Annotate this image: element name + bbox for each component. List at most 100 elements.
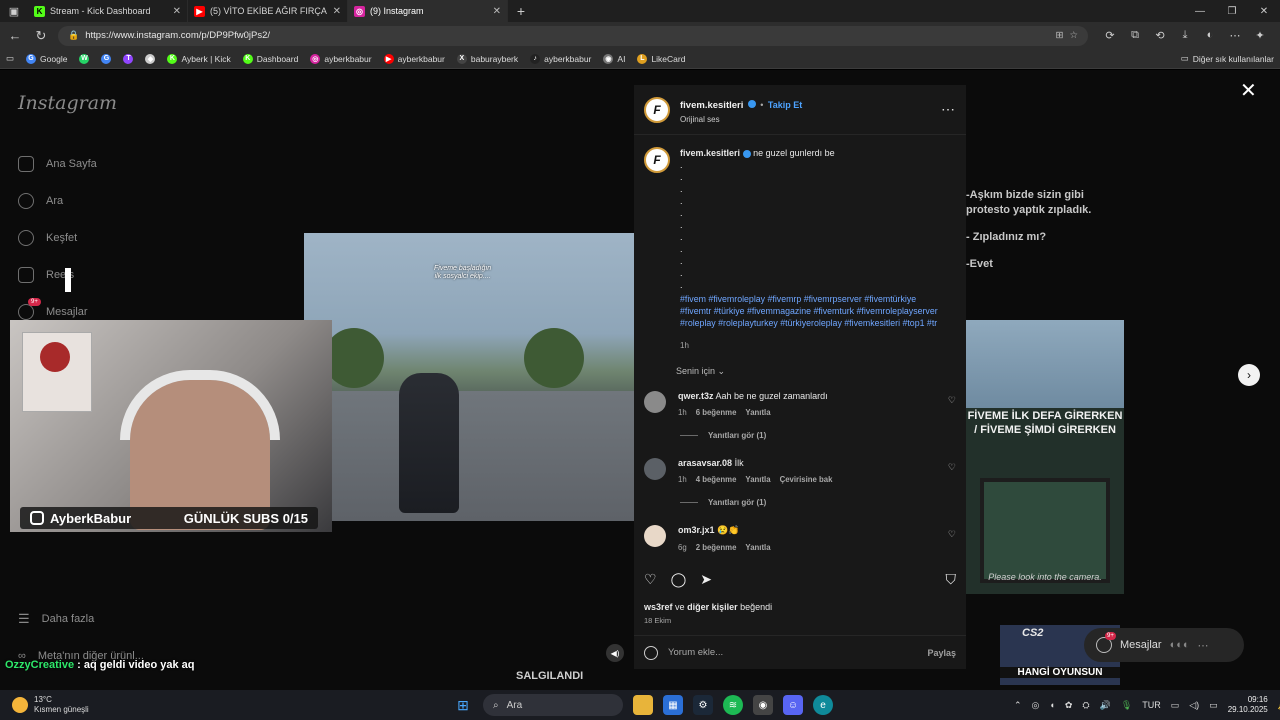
volume-icon[interactable]: 🔊 [1100, 700, 1111, 711]
tab-instagram[interactable]: ◎ (9) Instagram ✕ [348, 0, 508, 22]
tab-kick-dashboard[interactable]: K Stream - Kick Dashboard ✕ [28, 0, 188, 22]
language-indicator[interactable]: TUR [1142, 700, 1161, 710]
bookmark-item[interactable]: L LikeCard [637, 53, 685, 64]
comment-user[interactable]: arasavsar.08 [678, 458, 732, 468]
bookmark-item[interactable]: ◎ ayberkbabur [310, 53, 372, 64]
bookmark-item[interactable]: Xbaburayberk [456, 53, 518, 64]
restore-icon[interactable]: ❐ [1216, 0, 1248, 22]
caption-hashtags[interactable]: #fivem #fivemroleplay #fivemrp #fivemrps… [680, 293, 940, 329]
tray-icon[interactable]: ⛭ [1082, 700, 1089, 711]
sidebar-item-home[interactable]: Ana Sayfa [18, 145, 97, 182]
liked-by-user[interactable]: ws3ref [644, 602, 673, 612]
tab-close-icon[interactable]: ✕ [333, 6, 341, 17]
spotify-icon[interactable]: ≋ [723, 695, 743, 715]
store-icon[interactable]: ▦ [663, 695, 683, 715]
reload-icon[interactable]: ↻ [32, 28, 50, 44]
bookmark-item[interactable]: W [79, 53, 90, 64]
reply-button[interactable]: Yanıtla [745, 408, 770, 417]
puzzle-icon[interactable]: ⧉ [1127, 29, 1143, 42]
post-comment-button[interactable]: Paylaş [927, 648, 956, 658]
heart-icon[interactable]: ♡ [948, 395, 956, 406]
bookmark-item[interactable]: G Google [26, 53, 67, 64]
follow-button[interactable]: Takip Et [768, 100, 802, 110]
new-tab-button[interactable]: + [508, 0, 534, 22]
heart-icon[interactable]: ♡ [948, 529, 956, 540]
back-icon[interactable]: ← [6, 28, 24, 43]
edge-icon[interactable]: e [813, 695, 833, 715]
comment-user[interactable]: qwer.t3z [678, 391, 714, 401]
app-icon[interactable]: ⊞ [1056, 30, 1064, 41]
tray-chevron-icon[interactable]: ⌃ [1014, 700, 1022, 711]
tab-youtube[interactable]: ▶ (5) VİTO EKİBE AĞIR FIRÇA ATIYOR ✕ [188, 0, 348, 22]
bookmark-item[interactable]: T [123, 53, 134, 64]
bookmark-item[interactable]: K Dashboard [242, 53, 298, 64]
avatar[interactable] [644, 457, 666, 480]
file-explorer-icon[interactable] [633, 695, 653, 715]
speaker-icon[interactable]: ◁) [1189, 700, 1199, 711]
comment-likes[interactable]: 6 beğenme [696, 408, 737, 417]
translate-button[interactable]: Çevirisine bak [780, 475, 833, 484]
caption-author[interactable]: fivem.kesitleri [680, 148, 740, 158]
author-name[interactable]: fivem.kesitleri [680, 100, 743, 111]
bookmark-item[interactable]: ◉ AI [603, 53, 625, 64]
history-icon[interactable]: ⟲ [1152, 29, 1168, 42]
tab-close-icon[interactable]: ✕ [173, 6, 181, 17]
bookmark-icon[interactable]: ⛉ [946, 571, 957, 588]
heart-icon[interactable]: ♡ [948, 462, 956, 473]
weather-widget[interactable]: 13°C Kısmen güneşli [0, 695, 300, 714]
bookmark-item[interactable]: K Ayberk | Kick [167, 53, 231, 64]
mic-icon[interactable]: 🎙 [1121, 700, 1132, 711]
tray-icon[interactable]: ◖ [1049, 700, 1054, 710]
author-avatar[interactable]: F [644, 96, 670, 123]
tray-icon[interactable]: ✿ [1065, 700, 1073, 711]
comment-input[interactable]: Yorum ekle... [668, 647, 723, 658]
messages-pill[interactable]: 9+ Mesajlar ◐◐◐ ⋯ [1084, 628, 1244, 662]
other-bookmarks[interactable]: ▭ Diğer sık kullanılanlar [1181, 53, 1274, 64]
comment-icon[interactable]: ◯ [671, 571, 687, 588]
steam-icon[interactable]: ⚙ [693, 695, 713, 715]
reply-button[interactable]: Yanıtla [745, 475, 770, 484]
copilot-icon[interactable]: ✦ [1252, 29, 1268, 42]
close-window-icon[interactable]: ✕ [1248, 0, 1280, 22]
background-thumbnail-sea[interactable] [966, 320, 1124, 410]
network-icon[interactable]: ▭ [1171, 700, 1180, 711]
minimize-icon[interactable]: — [1184, 0, 1216, 22]
mute-icon[interactable]: ◀) [606, 644, 624, 662]
bookmark-item[interactable]: ▶ ayberkbabur [383, 53, 445, 64]
favorite-star-icon[interactable]: ☆ [1069, 30, 1078, 41]
post-video[interactable]: Fiveme başladığın ilk sosyalci ekip.... [304, 233, 634, 521]
clock[interactable]: 09:16 29.10.2025 [1228, 695, 1268, 715]
menu-icon[interactable]: ⋯ [1227, 29, 1243, 42]
tab-actions-icon[interactable]: ▣ [0, 0, 28, 22]
address-bar[interactable]: 🔒 https://www.instagram.com/p/DP9Pfw0jPs… [58, 25, 1088, 46]
more-options-icon[interactable]: ⋯ [941, 101, 956, 118]
emoji-icon[interactable] [644, 645, 658, 660]
bookmarks-menu-icon[interactable]: ▭ [6, 53, 14, 64]
audio-label[interactable]: Orijinal ses [680, 115, 802, 124]
sidebar-item-search[interactable]: Ara [18, 182, 97, 219]
avatar[interactable] [644, 524, 666, 547]
comment-likes[interactable]: 2 beğenme [696, 543, 737, 552]
download-icon[interactable]: ⤓ [1177, 29, 1193, 42]
view-replies-button[interactable]: Yanıtları gör (1) [680, 498, 966, 507]
sidebar-item-reels[interactable]: Reels [18, 256, 97, 293]
liked-by[interactable]: ws3ref ve diğer kişiler beğendi [644, 602, 772, 612]
liked-by-others[interactable]: diğer kişiler [687, 602, 738, 612]
bookmark-item[interactable]: ◆ [145, 53, 156, 64]
taskbar-search[interactable]: ⌕ Ara [483, 694, 623, 716]
reply-button[interactable]: Yanıtla [745, 543, 770, 552]
extensions-icon[interactable]: ⟳ [1102, 29, 1118, 42]
sidebar-item-more[interactable]: ☰ Daha fazla [18, 600, 144, 637]
view-replies-button[interactable]: Yanıtları gör (1) [680, 431, 966, 440]
comment-likes[interactable]: 4 beğenme [696, 475, 737, 484]
author-avatar[interactable]: F [644, 147, 670, 173]
avatar[interactable] [644, 390, 666, 413]
sidebar-item-explore[interactable]: Keşfet [18, 219, 97, 256]
chevron-right-icon[interactable]: › [1238, 364, 1260, 386]
battery-icon[interactable]: ▭ [1209, 700, 1218, 711]
background-thumbnail-fivem[interactable]: FİVEME İLK DEFA GİRERKEN / FİVEME ŞİMDİ … [966, 408, 1124, 594]
bookmark-item[interactable]: G [101, 53, 112, 64]
instagram-logo[interactable]: Instagram [18, 92, 117, 114]
windows-start-icon[interactable]: ⊞ [453, 695, 473, 715]
comment-user[interactable]: om3r.jx1 [678, 525, 715, 535]
